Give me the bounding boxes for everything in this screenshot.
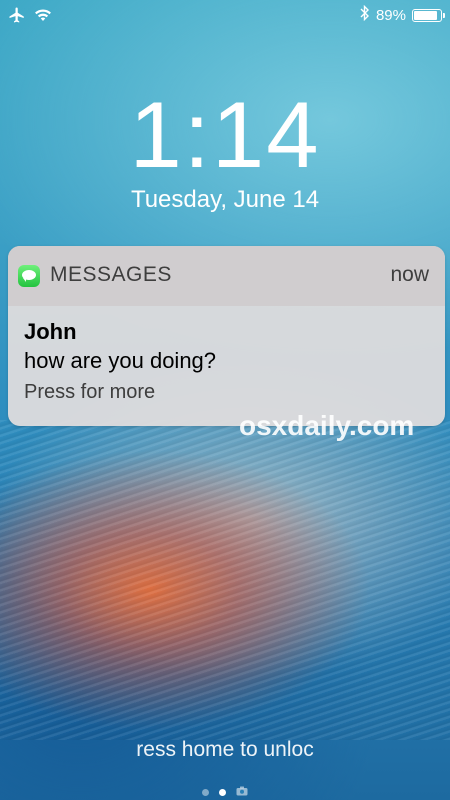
unlock-hint: ress home to unloc	[136, 738, 314, 761]
status-left	[8, 6, 52, 28]
lock-screen-date: Tuesday, June 14	[130, 186, 320, 213]
airplane-icon	[8, 6, 26, 28]
watermark: osxdaily.com	[239, 410, 415, 441]
page-indicator[interactable]	[0, 783, 450, 800]
press-for-more-link[interactable]: Press for more	[24, 376, 429, 408]
notification-message: how are you doing?	[24, 348, 217, 373]
battery-percent: 89%	[375, 6, 406, 24]
wallpaper-texture	[0, 420, 450, 740]
page-dot	[202, 788, 209, 796]
camera-icon	[236, 783, 248, 800]
page-dot-active	[219, 788, 226, 796]
battery-icon	[412, 8, 445, 22]
lock-screen-time: 1:14	[129, 82, 321, 187]
message-notification[interactable]: MESSAGES now John how are you doing? Pre…	[8, 246, 445, 426]
bluetooth-icon	[360, 4, 370, 25]
status-right: 89%	[360, 4, 445, 25]
notification-app-name: MESSAGES	[50, 263, 172, 286]
wifi-icon	[34, 8, 52, 26]
status-bar: 89%	[0, 0, 450, 30]
battery-level	[414, 10, 438, 20]
notification-body: John how are you doing? Press for more	[8, 306, 445, 408]
notification-time: now	[390, 263, 429, 286]
messages-icon	[18, 265, 40, 287]
notification-header: MESSAGES now	[8, 246, 445, 306]
notification-sender: John	[24, 319, 77, 344]
